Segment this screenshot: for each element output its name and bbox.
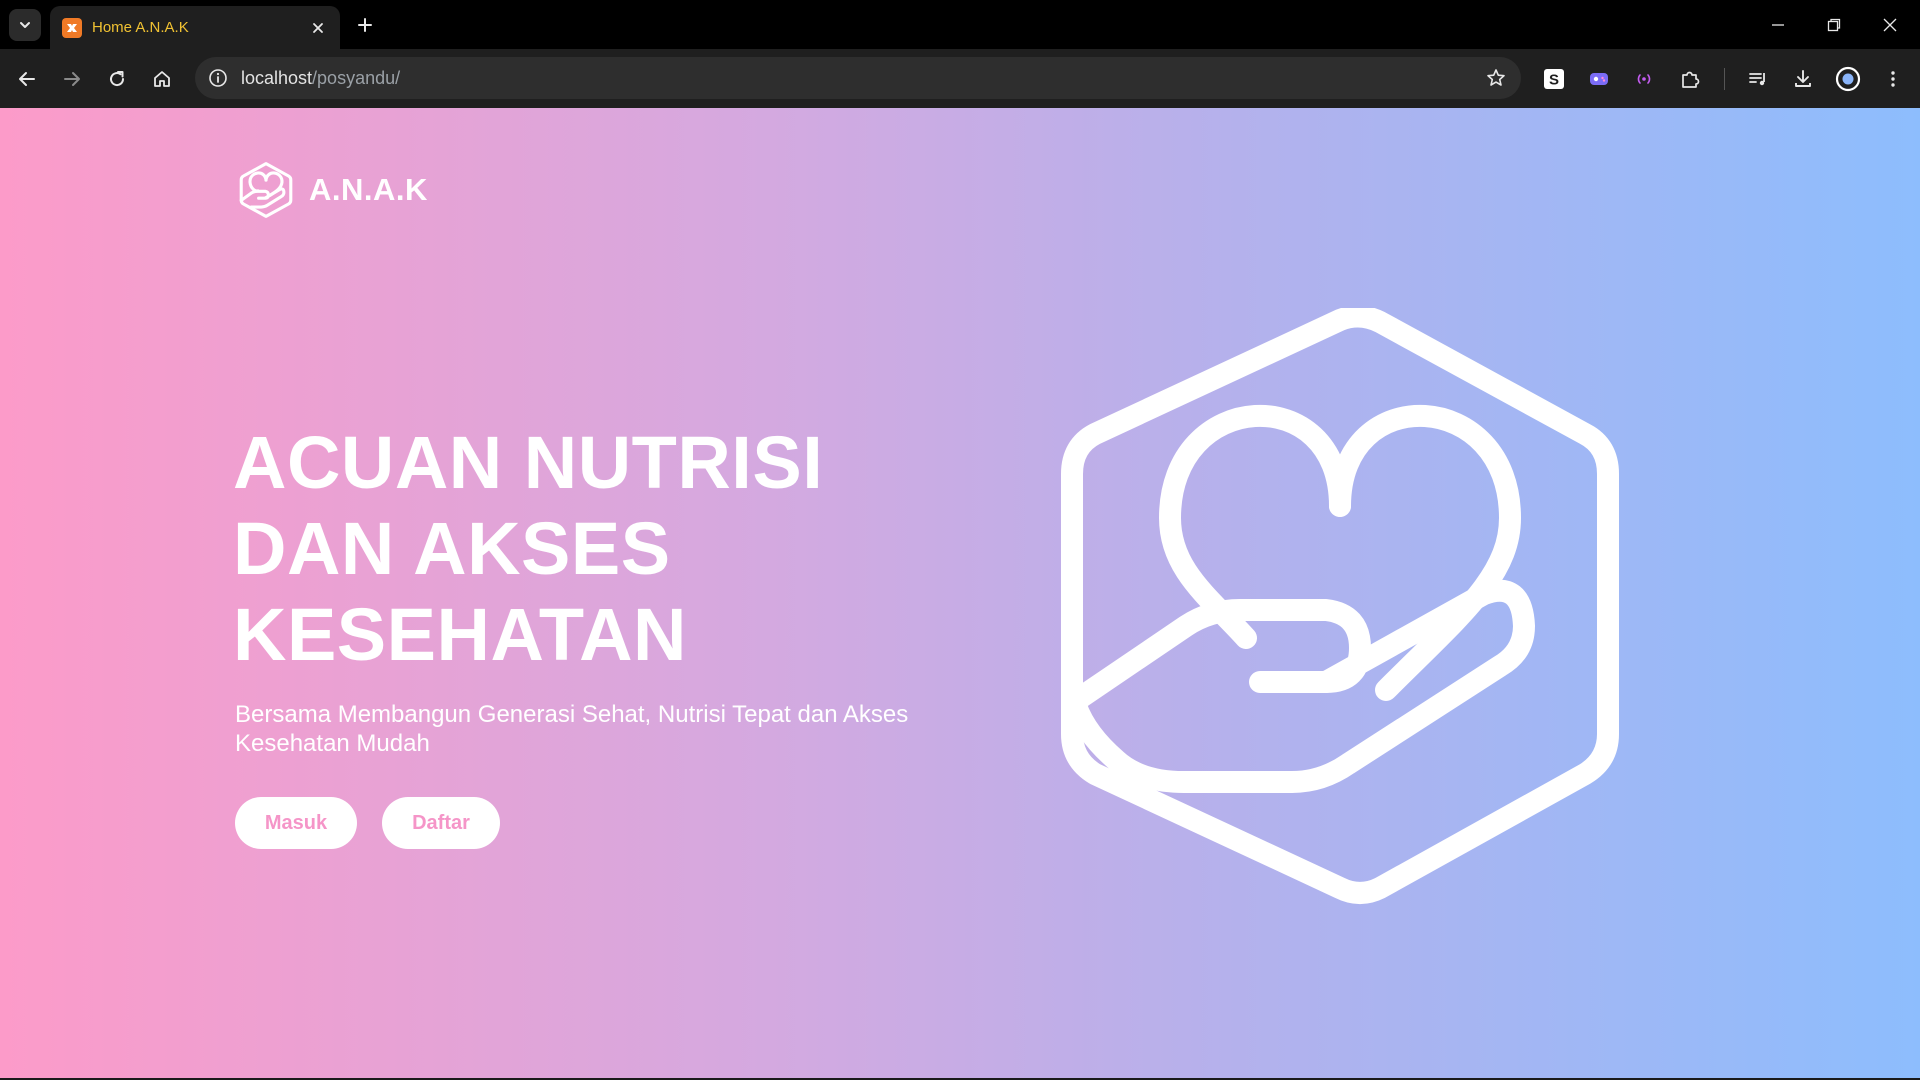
hero-subtitle: Bersama Membangun Generasi Sehat, Nutris… bbox=[235, 700, 995, 758]
radio-waves-extension-icon bbox=[1637, 74, 1651, 84]
url-text[interactable]: localhost/posyandu/ bbox=[241, 68, 400, 89]
browser-toolbar: localhost/posyandu/ S bbox=[0, 49, 1920, 108]
home-button[interactable] bbox=[144, 61, 180, 97]
browser-tab[interactable]: Home A.N.A.K bbox=[50, 6, 340, 49]
minimize-icon bbox=[1772, 23, 1784, 26]
register-button[interactable]: Daftar bbox=[382, 797, 500, 849]
window-close-button[interactable] bbox=[1862, 0, 1918, 49]
browser-tabstrip: Home A.N.A.K bbox=[0, 0, 1920, 49]
downloads-button[interactable] bbox=[1786, 61, 1820, 97]
address-bar[interactable]: localhost/posyandu/ bbox=[195, 57, 1521, 99]
bookmark-star-button[interactable] bbox=[1485, 67, 1507, 89]
brand-name: A.N.A.K bbox=[309, 172, 428, 207]
back-arrow-icon bbox=[19, 72, 35, 86]
url-host: localhost bbox=[241, 68, 313, 88]
close-icon bbox=[1883, 18, 1897, 31]
puzzle-icon bbox=[1682, 71, 1700, 88]
game-extension-button[interactable] bbox=[1582, 61, 1616, 97]
profile-icon bbox=[1835, 66, 1861, 92]
extensions-button[interactable] bbox=[1673, 61, 1707, 97]
restore-button[interactable] bbox=[1806, 0, 1862, 49]
s-extension-icon: S bbox=[1544, 69, 1564, 89]
tab-search-button[interactable] bbox=[9, 9, 41, 41]
s-extension-button[interactable]: S bbox=[1537, 61, 1571, 97]
hero-title-line-3: KESEHATAN bbox=[233, 593, 687, 676]
profile-button[interactable] bbox=[1831, 61, 1865, 97]
close-icon bbox=[313, 22, 323, 33]
home-icon bbox=[154, 71, 170, 87]
hero-title-line-1: ACUAN NUTRISI bbox=[233, 421, 824, 504]
hero-subtitle-line-1: Bersama Membangun Generasi Sehat, Nutris… bbox=[235, 701, 909, 728]
info-icon[interactable] bbox=[207, 67, 229, 89]
star-icon bbox=[1487, 69, 1505, 86]
page-content: A.N.A.K ACUAN NUTRISI DAN AKSES KESEHATA… bbox=[0, 108, 1920, 1078]
forward-arrow-icon bbox=[64, 72, 80, 86]
tab-title: Home A.N.A.K bbox=[92, 19, 189, 36]
toolbar-divider bbox=[1724, 68, 1725, 90]
hero-subtitle-line-2: Kesehatan Mudah bbox=[235, 730, 430, 757]
chevron-down-icon bbox=[20, 22, 30, 28]
hero-title-line-2: DAN AKSES bbox=[233, 507, 671, 590]
radio-extension-button[interactable] bbox=[1627, 61, 1661, 97]
minimize-button[interactable] bbox=[1750, 0, 1806, 49]
url-path: /posyandu/ bbox=[312, 68, 401, 88]
hero-title: ACUAN NUTRISI DAN AKSES KESEHATAN bbox=[233, 420, 953, 678]
kebab-menu-icon bbox=[1891, 71, 1895, 87]
game-controller-extension-icon bbox=[1590, 73, 1608, 85]
new-tab-button[interactable] bbox=[352, 12, 378, 38]
login-button[interactable]: Masuk bbox=[235, 797, 357, 849]
media-control-button[interactable] bbox=[1741, 61, 1775, 97]
back-button[interactable] bbox=[9, 61, 45, 97]
forward-button[interactable] bbox=[54, 61, 90, 97]
download-icon bbox=[1795, 70, 1811, 87]
svg-text:S: S bbox=[1549, 72, 1559, 89]
media-queue-icon bbox=[1749, 73, 1765, 86]
hexagon-heart-hand-icon bbox=[239, 162, 293, 218]
browser-menu-button[interactable] bbox=[1876, 61, 1910, 97]
reload-button[interactable] bbox=[99, 61, 135, 97]
xampp-icon bbox=[62, 17, 82, 38]
plus-icon bbox=[358, 18, 372, 32]
reload-icon bbox=[110, 71, 125, 87]
tab-close-button[interactable] bbox=[308, 18, 328, 38]
navbar-brand[interactable]: A.N.A.K bbox=[238, 162, 428, 218]
hexagon-heart-hand-icon bbox=[1061, 308, 1619, 904]
restore-icon bbox=[1827, 18, 1841, 31]
